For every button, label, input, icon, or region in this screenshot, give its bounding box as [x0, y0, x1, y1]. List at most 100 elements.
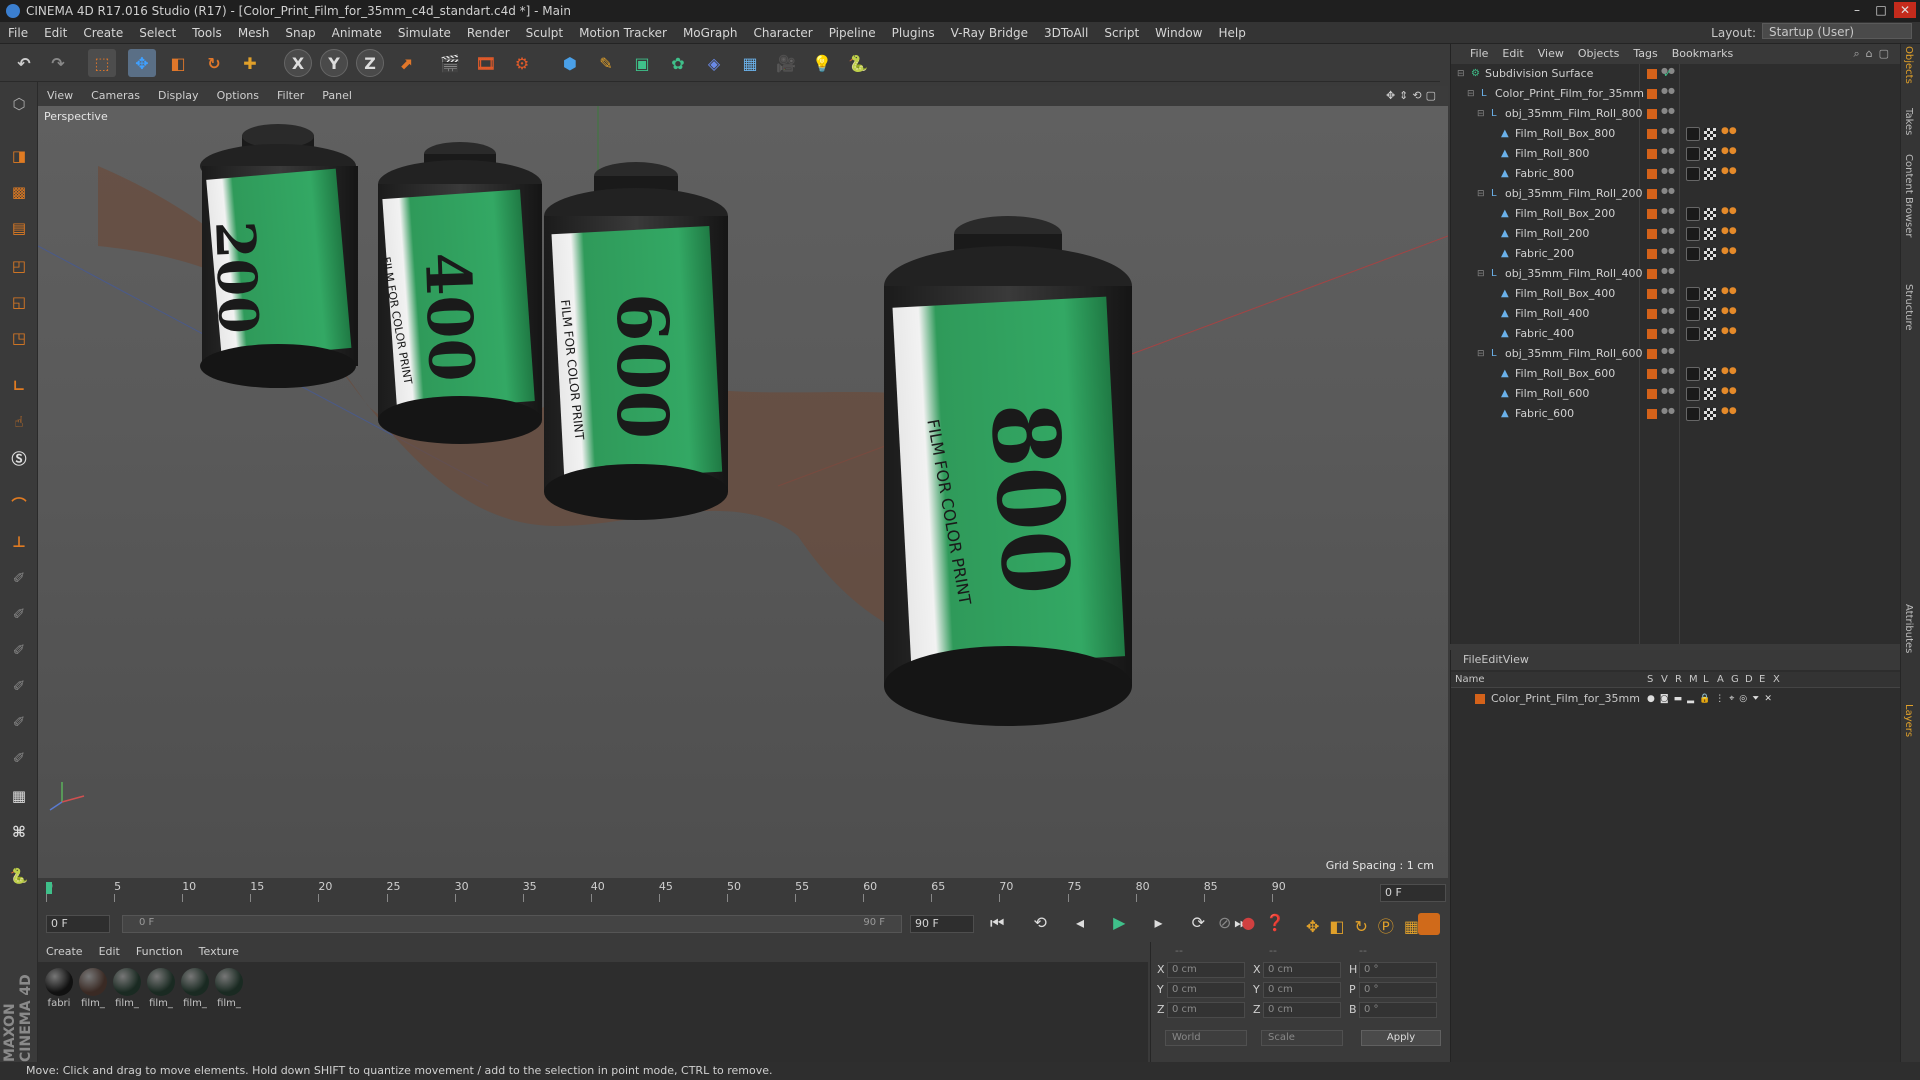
timeline-ruler[interactable]: 051015202530354045505560657075808590 0 F [38, 878, 1448, 908]
python-script-icon[interactable]: 🐍 [4, 862, 34, 890]
end-frame-field[interactable]: 90 F [910, 915, 974, 933]
layer-color-swatch[interactable] [1647, 369, 1657, 379]
visibility-dots[interactable]: ●● [1661, 347, 1675, 361]
grid-snap-icon[interactable]: ▦ [4, 782, 34, 810]
menu-item-snap[interactable]: Snap [277, 26, 323, 40]
minimize-button[interactable]: – [1846, 2, 1868, 18]
workplane-icon[interactable]: ▤ [4, 214, 34, 242]
floor-icon[interactable]: ▦ [736, 49, 764, 77]
python-icon[interactable]: 🐍 [844, 49, 872, 77]
texture-tag-icon[interactable]: ●● [1721, 167, 1737, 180]
rotate-tool-icon[interactable]: ↻ [200, 49, 228, 77]
object-row[interactable]: ▲ Film_Roll_Box_400 ●● ●● [1451, 284, 1901, 304]
model-mode-icon[interactable]: ◨ [4, 142, 34, 170]
layer-menu-view[interactable]: View [1503, 653, 1529, 666]
current-frame-field[interactable]: 0 F [1380, 884, 1446, 902]
texture-tag-icon[interactable]: ●● [1721, 247, 1737, 260]
menu-item-3dtoall[interactable]: 3DToAll [1036, 26, 1096, 40]
layer-color-swatch[interactable] [1647, 149, 1657, 159]
menu-item-file[interactable]: File [0, 26, 36, 40]
menu-item-plugins[interactable]: Plugins [884, 26, 943, 40]
object-row[interactable]: ▲ Film_Roll_Box_600 ●● ●● [1451, 364, 1901, 384]
position-field[interactable]: 0 cm [1167, 962, 1245, 978]
menu-item-mograph[interactable]: MoGraph [675, 26, 746, 40]
layer-color-swatch[interactable] [1647, 349, 1657, 359]
scale-tool-icon[interactable]: ◧ [164, 49, 192, 77]
object-row[interactable]: ▲ Film_Roll_Box_200 ●● ●● [1451, 204, 1901, 224]
layer-color-swatch[interactable] [1647, 109, 1657, 119]
object-row[interactable]: ⊟ Lobj_35mm_Film_Roll_200 ●● [1451, 184, 1901, 204]
size-mode-dropdown[interactable]: Scale [1261, 1030, 1343, 1046]
uv-tag-icon[interactable] [1704, 248, 1716, 260]
frame-range-slider[interactable]: 0 F 90 F [122, 915, 902, 933]
size-field[interactable]: 0 cm [1263, 1002, 1341, 1018]
live-selection-icon[interactable]: ⬚ [88, 49, 116, 77]
record-controls[interactable]: ⊘●❓ [1218, 913, 1295, 932]
visibility-dots[interactable]: ●● [1661, 207, 1675, 221]
layer-menu-file[interactable]: File [1463, 653, 1481, 666]
deformer-icon[interactable]: ◈ [700, 49, 728, 77]
uv-tag-icon[interactable] [1704, 328, 1716, 340]
3d-viewport[interactable]: 200 400 FILM FOR COLOR PRINT 600 FILM FO… [38, 106, 1448, 878]
uv-tag-icon[interactable] [1704, 228, 1716, 240]
material-tag-icon[interactable] [1686, 387, 1700, 401]
texture-tag-icon[interactable]: ●● [1721, 407, 1737, 420]
rotation-field[interactable]: 0 ° [1359, 982, 1437, 998]
uv-tag-icon[interactable] [1704, 148, 1716, 160]
menu-item-pipeline[interactable]: Pipeline [821, 26, 884, 40]
visibility-dots[interactable]: ●● [1661, 147, 1675, 161]
visibility-dots[interactable]: ●● [1661, 367, 1675, 381]
layer-color-swatch[interactable] [1647, 189, 1657, 199]
uv-tag-icon[interactable] [1704, 368, 1716, 380]
size-field[interactable]: 0 cm [1263, 982, 1341, 998]
menu-item-select[interactable]: Select [131, 26, 184, 40]
object-row[interactable]: ⊟ ⚙ Subdivision Surface ●● ✓ [1451, 64, 1901, 84]
viewport-menu-display[interactable]: Display [149, 89, 208, 102]
cube-icon[interactable]: ⬢ [556, 49, 584, 77]
layer-color-swatch[interactable] [1647, 69, 1657, 79]
render-settings-icon[interactable]: ⚙ [508, 49, 536, 77]
texture-tag-icon[interactable]: ●● [1721, 207, 1737, 220]
menu-item-window[interactable]: Window [1147, 26, 1210, 40]
sculpt-pull-icon[interactable]: ✐ [4, 600, 34, 628]
visibility-dots[interactable]: ●● [1661, 407, 1675, 421]
object-expand-icon[interactable]: ⊟ [1477, 184, 1485, 204]
texture-tag-icon[interactable]: ●● [1721, 387, 1737, 400]
layer-row[interactable]: Color_Print_Film_for_35mm ●◙▬▂🔒⋮⌖◎⏷✕ [1451, 690, 1901, 708]
play-icon[interactable]: ▶ [1113, 913, 1137, 932]
position-field[interactable]: 0 cm [1167, 982, 1245, 998]
texture-tag-icon[interactable]: ●● [1721, 147, 1737, 160]
timeline-button[interactable] [1418, 913, 1440, 935]
layer-color-swatch[interactable] [1647, 309, 1657, 319]
material-menu-texture[interactable]: Texture [191, 945, 247, 958]
layer-color-swatch[interactable] [1647, 169, 1657, 179]
axis-mode-icon[interactable]: ∟ [4, 372, 34, 400]
menu-item-mesh[interactable]: Mesh [230, 26, 278, 40]
object-row[interactable]: ▲ Film_Roll_400 ●● ●● [1451, 304, 1901, 324]
maximize-button[interactable]: □ [1870, 2, 1892, 18]
uv-tag-icon[interactable] [1704, 128, 1716, 140]
material-tag-icon[interactable] [1686, 367, 1700, 381]
coordinate-system-icon[interactable]: ⬈ [392, 49, 420, 77]
menu-item-motion-tracker[interactable]: Motion Tracker [571, 26, 675, 40]
menu-item-simulate[interactable]: Simulate [390, 26, 459, 40]
object-expand-icon[interactable]: ⊟ [1467, 84, 1475, 104]
texture-tag-icon[interactable]: ●● [1721, 287, 1737, 300]
subdivision-icon[interactable]: ▣ [628, 49, 656, 77]
menu-item-edit[interactable]: Edit [36, 26, 75, 40]
visibility-dots[interactable]: ●● [1661, 87, 1675, 101]
playhead-marker[interactable] [46, 882, 52, 894]
menu-item-help[interactable]: Help [1210, 26, 1253, 40]
menu-item-v-ray-bridge[interactable]: V-Ray Bridge [943, 26, 1036, 40]
visibility-dots[interactable]: ●● [1661, 307, 1675, 321]
side-tab-content-browser[interactable]: Content Browser [1903, 154, 1914, 237]
undo-icon[interactable]: ↶ [10, 49, 38, 77]
layer-color-swatch[interactable] [1647, 249, 1657, 259]
object-expand-icon[interactable]: ⊟ [1457, 64, 1465, 84]
object-row[interactable]: ▲ Film_Roll_800 ●● ●● [1451, 144, 1901, 164]
layer-color-swatch[interactable] [1647, 329, 1657, 339]
camera-icon[interactable]: 🎥 [772, 49, 800, 77]
material-menu-edit[interactable]: Edit [91, 945, 128, 958]
viewport-menu-panel[interactable]: Panel [313, 89, 361, 102]
menu-item-tools[interactable]: Tools [184, 26, 230, 40]
